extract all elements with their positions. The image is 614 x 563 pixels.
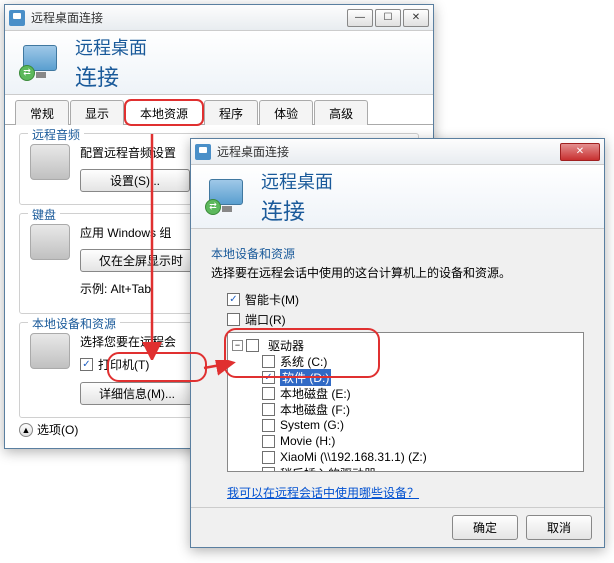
drive-checkbox[interactable] [262,387,275,400]
drive-checkbox[interactable] [262,435,275,448]
tab-display[interactable]: 显示 [70,100,124,125]
drive-label: System (G:) [280,418,344,432]
rdc-details-dialog: 远程桌面连接 ✕ 远程桌面 连接 本地设备和资源 选择要在远程会话中使用的这台计… [190,138,605,548]
speaker-icon [30,144,70,180]
drive-checkbox[interactable] [262,355,275,368]
drive-label: XiaoMi (\\192.168.31.1) (Z:) [280,450,427,464]
tree-item-c[interactable]: 系统 (C:) [232,353,579,369]
section-title: 本地设备和资源 [211,245,584,262]
printer-label: 打印机(T) [98,356,149,373]
tab-general[interactable]: 常规 [15,100,69,125]
minimize-button[interactable]: — [347,9,373,27]
drive-checkbox[interactable] [262,403,275,416]
devices-icon [30,333,70,369]
keyboard-icon [30,224,70,260]
audio-settings-button[interactable]: 设置(S)... [80,169,190,192]
drive-label: 本地磁盘 (E:) [280,385,351,402]
dialog-footer: 确定 取消 [191,507,604,547]
tree-item-d[interactable]: 软件 (D:) [232,369,579,385]
tree-item-h[interactable]: Movie (H:) [232,433,579,449]
drive-label: Movie (H:) [280,434,335,448]
tab-experience[interactable]: 体验 [259,100,313,125]
options-toggle[interactable]: ▲ 选项(O) [19,421,78,438]
tree-item-later[interactable]: 稍后插入的驱动器 [232,465,579,472]
titlebar: 远程桌面连接 ✕ [191,139,604,165]
help-link[interactable]: 我可以在远程会话中使用哪些设备？ [227,484,419,501]
cancel-button[interactable]: 取消 [526,515,592,540]
rdc-banner-icon [19,43,63,83]
tree-item-z[interactable]: XiaoMi (\\192.168.31.1) (Z:) [232,449,579,465]
drive-label: 本地磁盘 (F:) [280,401,350,418]
tab-programs[interactable]: 程序 [204,100,258,125]
close-button[interactable]: ✕ [403,9,429,27]
banner-line1: 远程桌面 [75,34,147,60]
group-title-audio: 远程音频 [28,126,84,143]
maximize-button[interactable]: ☐ [375,9,401,27]
tree-item-f[interactable]: 本地磁盘 (F:) [232,401,579,417]
collapse-icon[interactable]: − [232,340,243,351]
drive-checkbox[interactable] [262,467,275,473]
drive-checkbox[interactable] [262,419,275,432]
banner-line1: 远程桌面 [261,168,333,194]
printer-checkbox[interactable] [80,358,93,371]
section-desc: 选择要在远程会话中使用的这台计算机上的设备和资源。 [211,264,584,281]
drive-label: 软件 (D:) [280,369,331,386]
rdc-icon [9,10,25,26]
drive-checkbox[interactable] [262,371,275,384]
group-title-keyboard: 键盘 [28,206,60,223]
close-button[interactable]: ✕ [560,143,600,161]
details-button[interactable]: 详细信息(M)... [80,382,194,405]
rdc-banner-icon [205,177,249,217]
ports-checkbox-row[interactable]: 端口(R) [227,311,584,328]
ports-checkbox[interactable] [227,313,240,326]
drive-checkbox[interactable] [262,451,275,464]
tabs: 常规 显示 本地资源 程序 体验 高级 [5,99,433,125]
tree-item-g[interactable]: System (G:) [232,417,579,433]
banner: 远程桌面 连接 [191,165,604,229]
smartcard-label: 智能卡(M) [245,291,299,308]
drives-label: 驱动器 [268,337,304,354]
drive-label: 系统 (C:) [280,353,327,370]
tree-root-drives[interactable]: − 驱动器 [232,337,579,353]
tab-advanced[interactable]: 高级 [314,100,368,125]
banner-line2: 连接 [75,60,147,92]
smartcard-checkbox-row[interactable]: 智能卡(M) [227,291,584,308]
options-label: 选项(O) [37,421,78,438]
tab-local-resources[interactable]: 本地资源 [125,100,203,125]
rdc-icon [195,144,211,160]
banner: 远程桌面 连接 [5,31,433,95]
ok-button[interactable]: 确定 [452,515,518,540]
window-title: 远程桌面连接 [31,9,347,26]
drive-label: 稍后插入的驱动器 [280,465,376,473]
drives-tree[interactable]: − 驱动器 系统 (C:) 软件 (D:) 本地磁盘 (E:) 本地磁盘 (F:… [227,332,584,472]
keyboard-mode-dropdown[interactable]: 仅在全屏显示时 [80,249,202,272]
ports-label: 端口(R) [245,311,286,328]
banner-line2: 连接 [261,194,333,226]
chevron-up-icon: ▲ [19,423,33,437]
titlebar: 远程桌面连接 — ☐ ✕ [5,5,433,31]
window-title: 远程桌面连接 [217,143,560,160]
group-title-local: 本地设备和资源 [28,315,120,332]
tree-item-e[interactable]: 本地磁盘 (E:) [232,385,579,401]
drives-checkbox[interactable] [246,339,259,352]
smartcard-checkbox[interactable] [227,293,240,306]
